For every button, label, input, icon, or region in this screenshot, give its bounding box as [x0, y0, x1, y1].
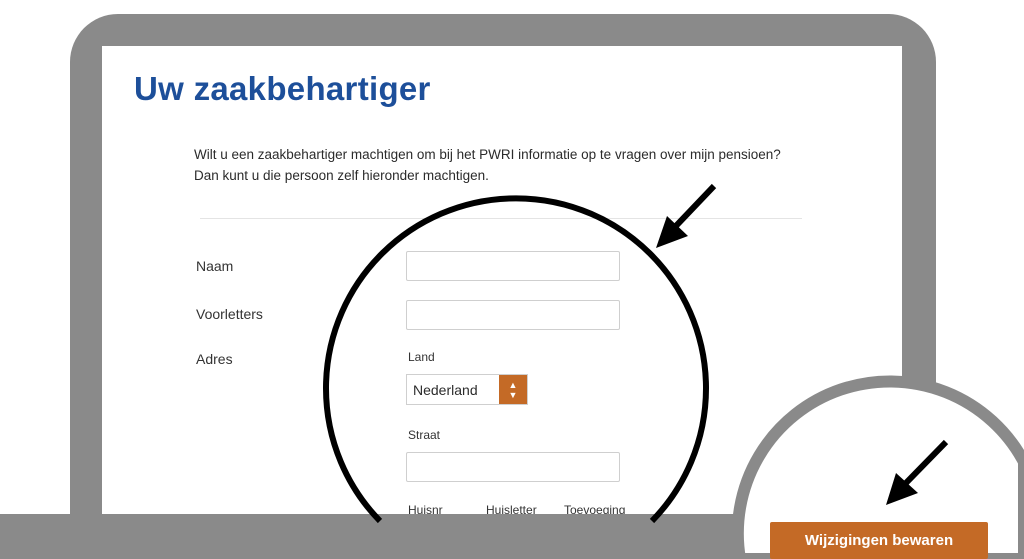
magnifier-circle [323, 195, 709, 524]
arrow-icon [656, 183, 717, 248]
save-button[interactable]: Wijzigingen bewaren [770, 522, 988, 559]
annotation-overlay [323, 183, 1024, 559]
